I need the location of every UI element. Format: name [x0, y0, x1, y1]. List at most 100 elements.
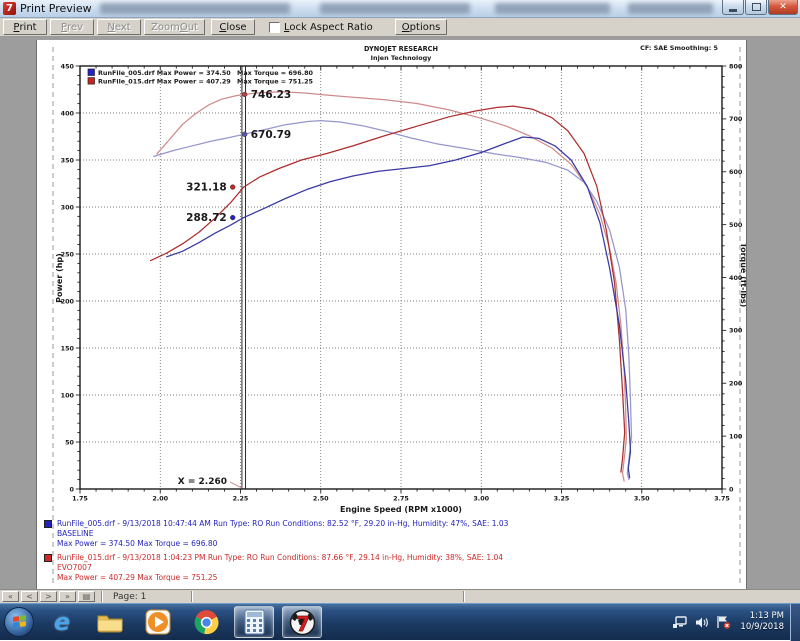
cursor-value-746.23: 746.23 [251, 89, 292, 101]
svg-text:300: 300 [729, 327, 743, 335]
run-info-footer: RunFile_005.drf - 9/13/2018 10:47:44 AM … [44, 519, 704, 587]
page-setup-button[interactable]: ▤ [78, 591, 95, 602]
statusbar-separator [101, 591, 103, 602]
dynojet-winpep-icon: 7 [289, 609, 315, 636]
taskbar-clock[interactable]: 1:13 PM 10/9/2018 [740, 611, 784, 633]
next-button[interactable]: Next [97, 19, 141, 35]
svg-text:2.75: 2.75 [393, 495, 409, 503]
redacted-title-text [320, 3, 470, 14]
lock-aspect-ratio-checkbox[interactable] [268, 21, 280, 33]
clock-date: 10/9/2018 [740, 622, 784, 632]
close-button[interactable]: ✕ [768, 0, 798, 15]
folder-icon [97, 615, 122, 633]
action-center-flag-icon[interactable] [716, 615, 731, 629]
run-line-max: Max Power = 374.50 Max Torque = 696.80 [57, 539, 218, 548]
x-axis-title: Engine Speed (RPM x1000) [340, 505, 462, 514]
svg-text:3.25: 3.25 [554, 495, 570, 503]
dynojet-app-icon: 7 [3, 2, 16, 15]
axis-tick-labels: 1.75 2.00 2.25 2.50 2.75 3.00 3.25 3.50 3.75 0 50 1… [61, 62, 743, 502]
minimize-button[interactable] [722, 0, 744, 15]
runfile-015-power-curve [149, 105, 626, 473]
chart-legend: RunFile_005.drf Max Power = 374.50 Max To… [87, 68, 314, 86]
toolbar: Print Prev Next Zoom Out Close Lock Aspe… [0, 18, 800, 37]
titlebar: 7 Print Preview ✕ [0, 0, 800, 18]
cursor-value-321.18: 321.18 [186, 182, 227, 194]
chart-title: DYNOJET RESEARCH [364, 45, 438, 53]
svg-text:2.00: 2.00 [152, 495, 168, 503]
svg-text:50: 50 [65, 438, 74, 446]
start-button[interactable] [4, 607, 34, 637]
redacted-title-text [495, 3, 610, 14]
zoom-out-button[interactable]: Zoom Out [144, 19, 205, 35]
correction-smoothing-note: CF: SAE Smoothing: 5 [640, 44, 718, 52]
volume-icon[interactable] [695, 616, 709, 629]
taskbar-chrome-button[interactable] [186, 606, 226, 638]
svg-text:7: 7 [296, 612, 310, 636]
run-color-swatch [44, 554, 52, 562]
cursor-value-288.72: 288.72 [186, 212, 227, 224]
lock-aspect-ratio-checkbox-group: Lock Aspect Ratio [268, 21, 373, 33]
next-page-button[interactable]: > [40, 591, 57, 602]
run-line-name: EVO7007 [57, 563, 92, 572]
svg-text:400: 400 [61, 109, 75, 117]
maximize-icon [751, 3, 761, 11]
first-page-button[interactable]: « [2, 591, 19, 602]
svg-text:100: 100 [729, 432, 743, 440]
svg-text:2.25: 2.25 [233, 495, 249, 503]
cursor-line[interactable]: X = 2.260 [178, 66, 247, 490]
print-preview-area: 1.75 2.00 2.25 2.50 2.75 3.00 3.25 3.50 3.75 0 50 1… [0, 37, 800, 589]
svg-text:150: 150 [61, 344, 75, 352]
taskbar-calculator-button[interactable] [234, 606, 274, 638]
run-info-evo7007: RunFile_015.drf - 9/13/2018 1:04:23 PM R… [44, 553, 704, 583]
svg-text:Max Torque = 696.80: Max Torque = 696.80 [237, 69, 314, 77]
last-page-button[interactable]: » [59, 591, 76, 602]
svg-text:RunFile_005.drf Max Power = 37: RunFile_005.drf Max Power = 374.50 [98, 69, 231, 77]
svg-text:RunFile_015.drf Max Power = 40: RunFile_015.drf Max Power = 407.29 [98, 78, 231, 86]
network-icon[interactable] [673, 615, 688, 629]
svg-text:600: 600 [729, 168, 743, 176]
close-preview-button[interactable]: Close [210, 19, 255, 35]
show-desktop-button[interactable] [790, 603, 800, 641]
media-player-icon [145, 609, 171, 635]
svg-text:0: 0 [729, 485, 734, 493]
runfile-015-torque-curve [156, 91, 627, 482]
svg-text:800: 800 [729, 62, 743, 70]
prev-button[interactable]: Prev [50, 19, 94, 35]
svg-text:2.50: 2.50 [313, 495, 329, 503]
print-button[interactable]: Print [3, 19, 47, 35]
run-line-conditions: RunFile_015.drf - 9/13/2018 1:04:23 PM R… [57, 553, 504, 562]
svg-text:3.00: 3.00 [473, 495, 489, 503]
svg-text:1.75: 1.75 [72, 495, 88, 503]
statusbar: « < > » ▤ Page: 1 [0, 589, 800, 603]
svg-text:300: 300 [61, 203, 75, 211]
svg-text:Max Torque = 751.25: Max Torque = 751.25 [237, 78, 313, 86]
svg-text:3.50: 3.50 [634, 495, 650, 503]
prev-page-button[interactable]: < [21, 591, 38, 602]
dyno-chart-svg: 1.75 2.00 2.25 2.50 2.75 3.00 3.25 3.50 3.75 0 50 1… [52, 44, 746, 587]
cursor-x-label: X = 2.260 [178, 477, 227, 487]
screen: 7 Print Preview ✕ Print Prev Next Zoom O… [0, 0, 800, 641]
redacted-title-text [628, 3, 713, 14]
taskbar: e 7 1:13 PM 10/9/2018 [0, 603, 800, 641]
windows-logo-icon [12, 615, 26, 629]
runfile-005-torque-curve [153, 119, 633, 481]
svg-text:200: 200 [729, 380, 743, 388]
run-color-swatch [44, 520, 52, 528]
redacted-title-text [100, 3, 290, 14]
window-controls: ✕ [721, 0, 798, 15]
maximize-button[interactable] [745, 0, 767, 15]
cursor-value-670.79: 670.79 [251, 129, 292, 141]
run-line-conditions: RunFile_005.drf - 9/13/2018 10:47:44 AM … [57, 519, 509, 528]
svg-text:450: 450 [61, 62, 75, 70]
statusbar-separator [463, 591, 466, 602]
right-axis-title: Torque (ft-lbs) [739, 243, 746, 308]
taskbar-dynojet-button[interactable]: 7 [282, 606, 322, 638]
taskbar-media-player-button[interactable] [138, 606, 178, 638]
svg-text:0: 0 [70, 485, 75, 493]
clock-time: 1:13 PM [749, 611, 784, 621]
taskbar-windows-explorer-button[interactable] [90, 606, 130, 638]
options-button[interactable]: Options [394, 19, 448, 35]
svg-text:700: 700 [729, 115, 743, 123]
preview-page: 1.75 2.00 2.25 2.50 2.75 3.00 3.25 3.50 3.75 0 50 1… [37, 40, 746, 589]
taskbar-internet-explorer-button[interactable]: e [42, 606, 82, 638]
